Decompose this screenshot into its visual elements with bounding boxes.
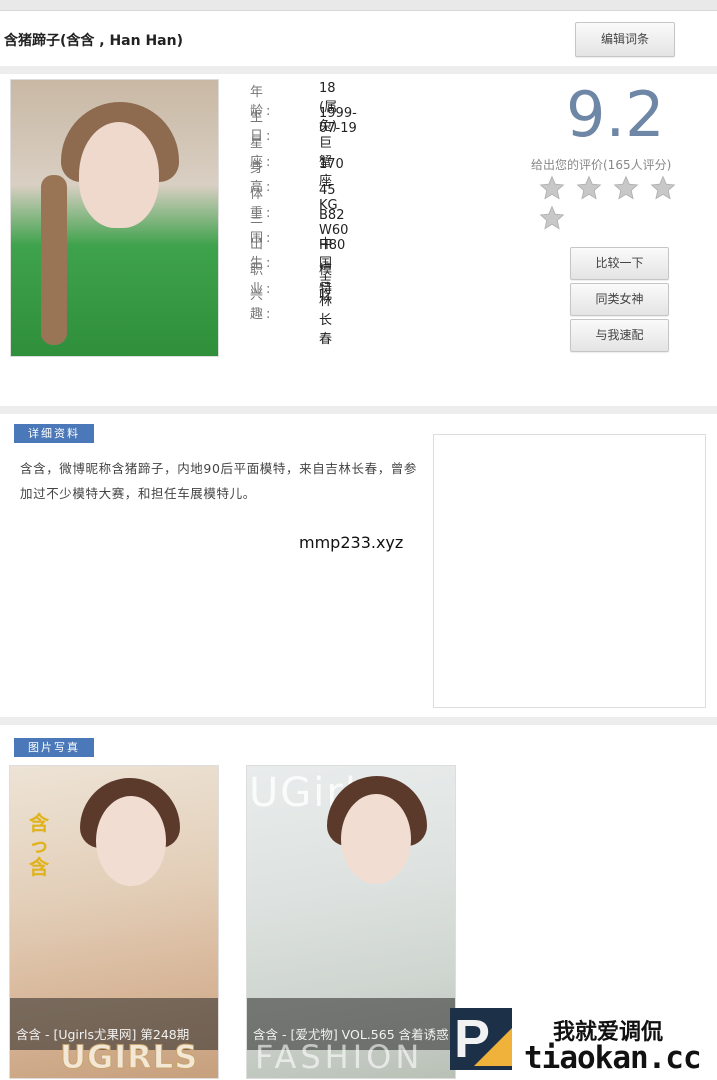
rating-stars[interactable] (539, 175, 717, 235)
section-divider (0, 406, 717, 414)
logo-triangle-icon (474, 1028, 512, 1066)
section-divider (0, 717, 717, 725)
album-side-text: 含っ含 (29, 811, 49, 879)
watermark-text: mmp233.xyz (299, 533, 404, 552)
page-title: 含猪蹄子(含含 , Han Han) (4, 33, 183, 49)
rating-score: 9.2 (566, 78, 665, 151)
details-side-panel (433, 434, 706, 708)
site-logo-badge: P (450, 1008, 512, 1070)
info-value: 170 (319, 157, 344, 173)
info-label: 兴 趣: (250, 288, 274, 323)
section-divider (0, 66, 717, 74)
site-domain: tiaokan.cc (524, 1040, 702, 1076)
photo-face (79, 122, 159, 228)
info-value: 吃 (319, 288, 333, 304)
bio-text: 含含，微博昵称含猪蹄子，内地90后平面模特，来自吉林长春，曾参加过不少模特大赛，… (20, 461, 418, 501)
star-icon[interactable] (539, 205, 565, 231)
profile-photo (10, 79, 219, 357)
album-card[interactable]: 含っ含 含含 - [Ugirls尤果网] 第248期 UGIRLS (9, 765, 219, 1079)
album-cover-face (341, 794, 411, 884)
star-icon[interactable] (576, 175, 602, 201)
album-cover-face (96, 796, 166, 886)
album-brand-logo: UGIRLS (59, 1038, 199, 1077)
star-icon[interactable] (650, 175, 676, 201)
compare-button[interactable]: 比较一下 (570, 247, 669, 280)
album-card[interactable]: UGirls 含含 - [爱尤物] VOL.565 含着诱惑 FASHION (246, 765, 456, 1079)
details-section-tag: 详细资料 (14, 424, 94, 443)
star-icon[interactable] (613, 175, 639, 201)
star-icon[interactable] (539, 175, 565, 201)
top-navigation-bar (0, 0, 717, 11)
match-me-button[interactable]: 与我速配 (570, 319, 669, 352)
rating-note[interactable]: 给出您的评价(165人评分) (531, 156, 671, 173)
edit-entry-button[interactable]: 编辑词条 (575, 22, 675, 57)
photo-braid (41, 175, 67, 345)
similar-goddess-button[interactable]: 同类女神 (570, 283, 669, 316)
album-brand-logo: FASHION (255, 1038, 424, 1076)
gallery-section-tag: 图片写真 (14, 738, 94, 757)
